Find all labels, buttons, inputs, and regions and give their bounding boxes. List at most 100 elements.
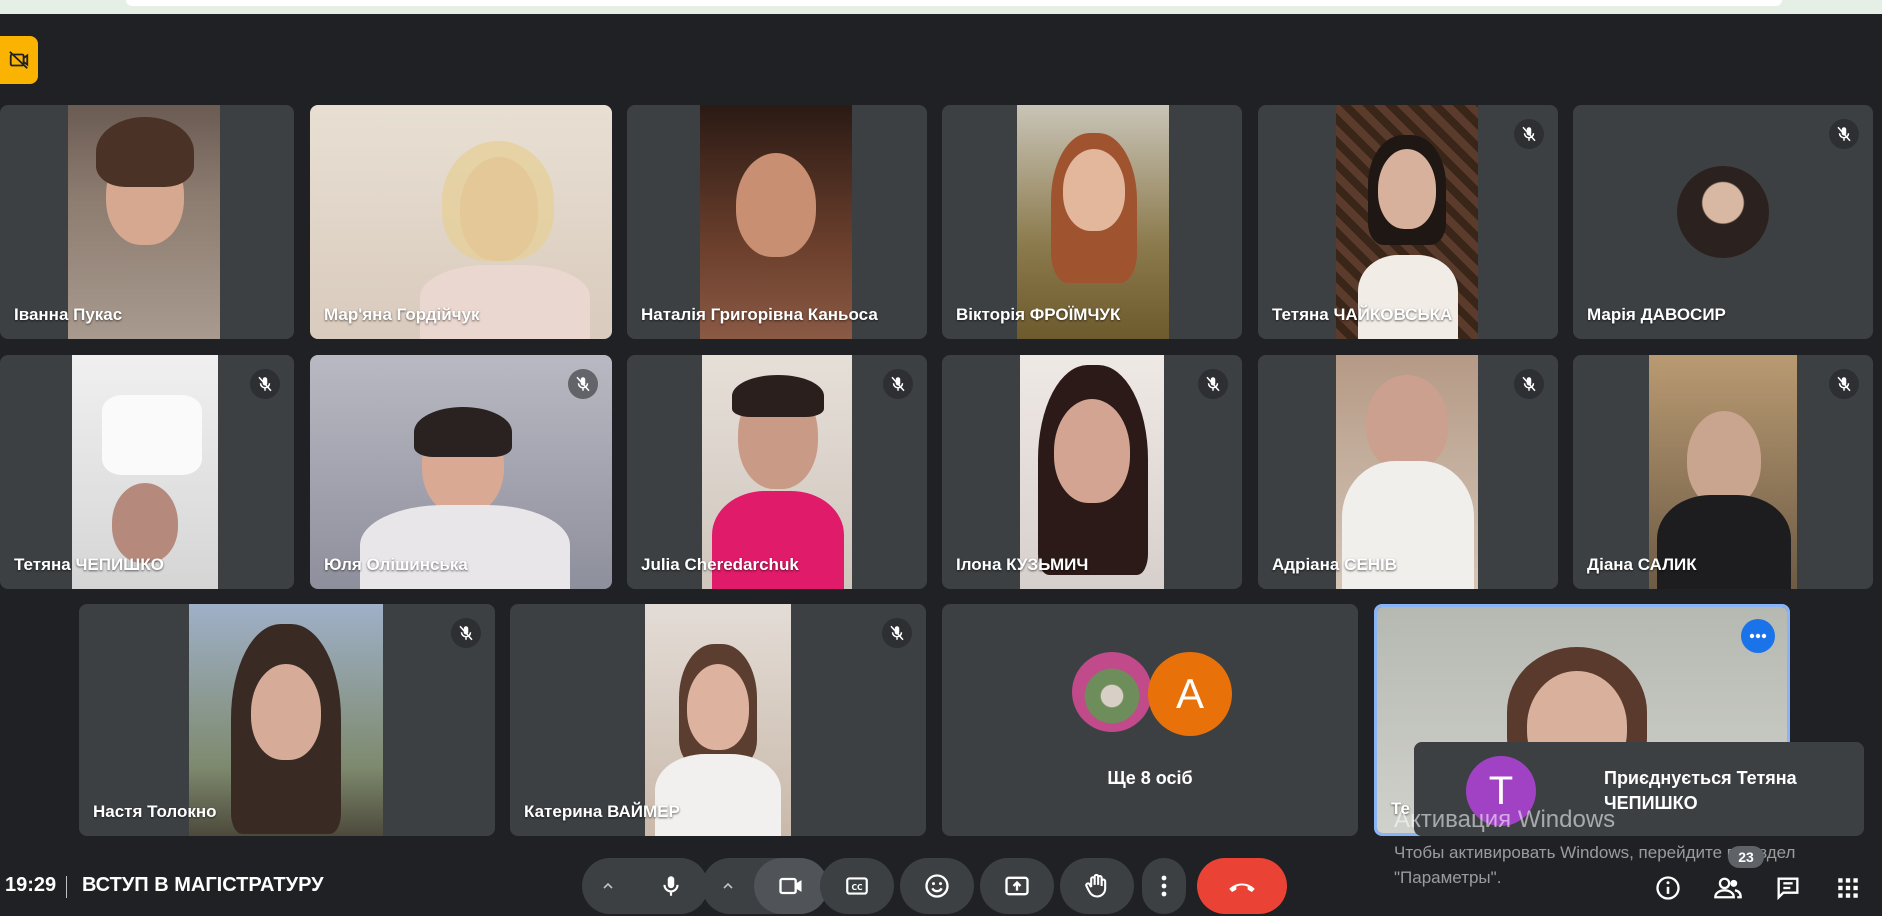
participant-name: Тетяна ЧЕПИШКО [14, 555, 164, 574]
activities-icon [1838, 878, 1858, 898]
more-participants-tile[interactable]: A Ще 8 осіб [942, 604, 1358, 836]
mic-icon [663, 876, 679, 896]
meeting-title: ВСТУП В МАГІСТРАТУРУ [82, 874, 324, 896]
more-participants-label: Ще 8 осіб [1107, 768, 1193, 788]
participant-tile[interactable]: Настя Толокно [79, 604, 495, 836]
video-feed [700, 105, 852, 339]
video-options-button[interactable] [702, 878, 754, 894]
mic-control-group [582, 858, 708, 914]
participant-avatar [1072, 652, 1152, 732]
video-feed [1017, 105, 1169, 339]
participant-name: Марія ДАВОСИР [1587, 305, 1726, 324]
chat-button[interactable] [1772, 872, 1804, 904]
more-vert-icon [1161, 875, 1167, 897]
recording-off-icon [9, 51, 29, 69]
muted-indicator [1829, 119, 1859, 149]
muted-indicator [1829, 369, 1859, 399]
camera-icon [779, 877, 802, 895]
more-options-icon [1749, 633, 1767, 639]
mic-off-icon [1206, 376, 1220, 392]
participant-tile[interactable]: Діана САЛИК [1573, 355, 1873, 589]
participant-tile[interactable]: Наталія Григорівна Каньоса [627, 105, 927, 339]
mic-off-icon [890, 625, 904, 641]
video-feed [189, 604, 383, 836]
participant-tile[interactable]: Катерина ВАЙМЕР [510, 604, 926, 836]
address-bar-edge [126, 0, 1782, 6]
mic-off-icon [1837, 376, 1851, 392]
mic-off-icon [1837, 126, 1851, 142]
raise-hand-button[interactable] [1060, 858, 1134, 914]
participant-tile[interactable]: Тетяна ЧАЙКОВСЬКА [1258, 105, 1558, 339]
camera-button[interactable] [754, 858, 828, 914]
mic-button[interactable] [634, 858, 708, 914]
participant-name: Адріана СЕНІВ [1272, 555, 1397, 574]
muted-indicator [1198, 369, 1228, 399]
browser-top-strip [0, 0, 1882, 14]
participant-tile[interactable]: Іванна Пукас [0, 105, 294, 339]
participant-name: Ілона КУЗЬМИЧ [956, 555, 1089, 574]
video-feed [310, 105, 612, 339]
participant-tile[interactable]: Марія ДАВОСИР [1573, 105, 1873, 339]
chevron-up-icon [603, 882, 613, 889]
participant-name: Мар'яна Гордійчук [324, 305, 480, 324]
mic-off-icon [459, 625, 473, 641]
raise-hand-icon [1085, 873, 1107, 898]
captions-button[interactable]: CC [820, 858, 894, 914]
participant-tile[interactable]: Тетяна ЧЕПИШКО [0, 355, 294, 589]
present-now-button[interactable] [980, 858, 1054, 914]
more-participants-avatars: A [942, 652, 1358, 736]
participant-tile[interactable]: Адріана СЕНІВ [1258, 355, 1558, 589]
svg-text:CC: CC [851, 883, 863, 892]
watermark-heading: Активация Windows [1394, 806, 1616, 833]
video-feed [1336, 105, 1478, 339]
video-feed [702, 355, 852, 589]
video-feed [1336, 355, 1478, 589]
call-end-icon [1229, 883, 1255, 892]
reactions-button[interactable] [900, 858, 974, 914]
participant-tile[interactable]: Julia Cheredarchuk [627, 355, 927, 589]
participant-name: Вікторія ФРОЇМЧУК [956, 305, 1121, 324]
muted-indicator [883, 369, 913, 399]
participant-tile[interactable]: Ілона КУЗЬМИЧ [942, 355, 1242, 589]
participant-tile[interactable]: Юля Олішинська [310, 355, 612, 589]
chat-icon [1777, 877, 1799, 901]
muted-indicator [451, 618, 481, 648]
participant-name: Юля Олішинська [324, 555, 468, 574]
activities-button[interactable] [1832, 872, 1864, 904]
more-options-menu-button[interactable] [1142, 858, 1186, 914]
more-options-button[interactable] [1741, 619, 1775, 653]
participant-name: Настя Толокно [93, 802, 217, 821]
video-feed [1020, 355, 1164, 589]
participant-name: Діана САЛИК [1587, 555, 1697, 574]
emoji-icon [925, 874, 949, 898]
mic-off-icon [1522, 126, 1536, 142]
watermark-text: Чтобы активировать Windows, перейдите в … [1394, 843, 1796, 887]
captions-icon: CC [846, 877, 868, 895]
info-icon [1656, 876, 1680, 900]
participant-avatar-letter: A [1148, 652, 1232, 736]
video-feed [68, 105, 220, 339]
muted-indicator [568, 369, 598, 399]
muted-indicator [250, 369, 280, 399]
video-feed [310, 355, 612, 589]
meeting-details-button[interactable] [1652, 872, 1684, 904]
leave-call-button[interactable] [1197, 858, 1287, 914]
audio-options-button[interactable] [582, 878, 634, 894]
participant-name: Катерина ВАЙМЕР [524, 802, 680, 821]
video-feed [1649, 355, 1797, 589]
video-feed [72, 355, 218, 589]
camera-control-group [702, 858, 828, 914]
recording-status-badge[interactable] [0, 36, 38, 84]
people-icon [1714, 877, 1742, 899]
muted-indicator [1514, 369, 1544, 399]
people-button[interactable] [1712, 872, 1744, 904]
windows-activation-watermark: Активация Windows Чтобы активировать Win… [1394, 806, 1834, 890]
meeting-time: 19:29 [5, 874, 57, 896]
mic-off-icon [576, 376, 590, 392]
participant-tile[interactable]: Вікторія ФРОЇМЧУК [942, 105, 1242, 339]
participant-tile[interactable]: Мар'яна Гордійчук [310, 105, 612, 339]
participant-name: Тетяна ЧАЙКОВСЬКА [1272, 305, 1453, 324]
mic-off-icon [1522, 376, 1536, 392]
muted-indicator [1514, 119, 1544, 149]
mic-off-icon [891, 376, 905, 392]
